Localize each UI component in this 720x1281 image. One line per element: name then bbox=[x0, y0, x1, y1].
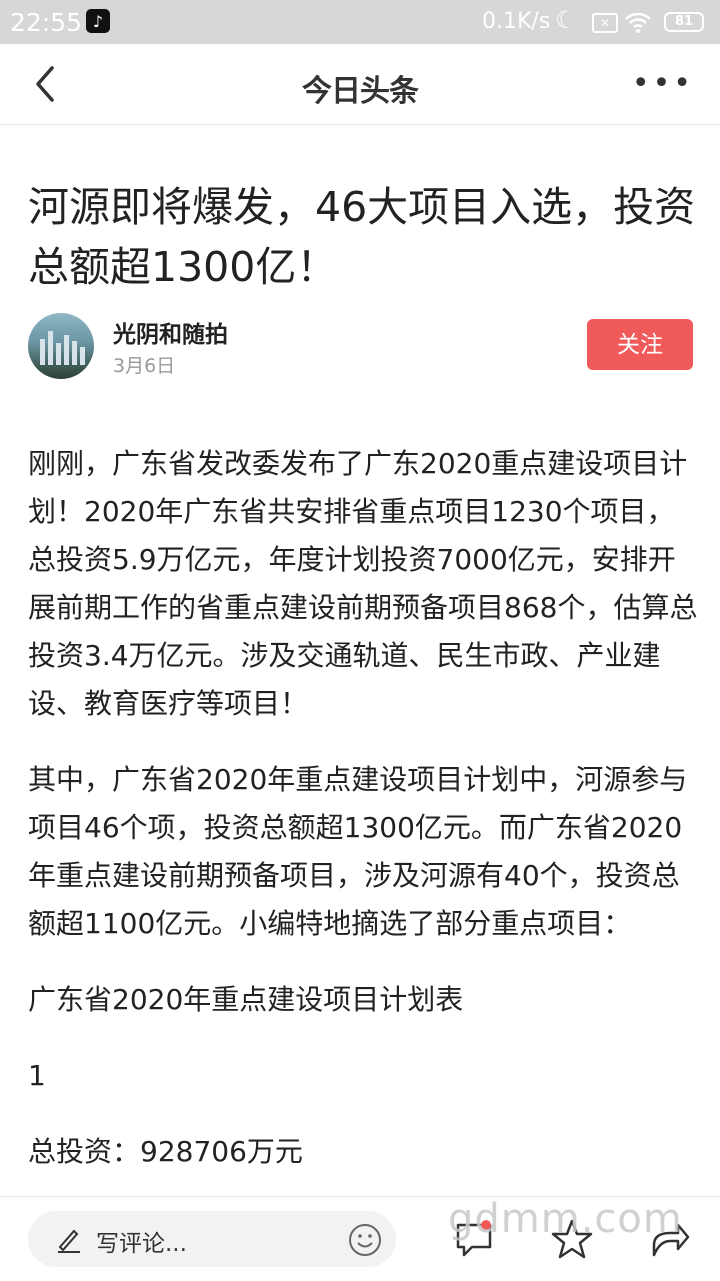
author-row: 光阴和随拍 3月6日 关注 bbox=[28, 313, 698, 383]
article-body: 刚刚，广东省发改委发布了广东2020重点建设项目计划！2020年广东省共安排省重… bbox=[28, 440, 698, 1204]
tiktok-notification-icon: ♪ bbox=[86, 9, 110, 33]
no-sim-icon: ✕ bbox=[592, 13, 618, 33]
watermark: gdmm.com bbox=[448, 1196, 683, 1242]
pen-icon bbox=[58, 1229, 80, 1253]
paragraph: 刚刚，广东省发改委发布了广东2020重点建设项目计划！2020年广东省共安排省重… bbox=[28, 447, 698, 720]
publish-date: 3月6日 bbox=[113, 355, 176, 377]
author-avatar[interactable] bbox=[28, 313, 94, 379]
paragraph: 其中，广东省2020年重点建设项目计划中，河源参与项目46个项，投资总额超130… bbox=[28, 763, 688, 940]
network-speed: 0.1K/s bbox=[482, 9, 551, 34]
paragraph: 总投资：928706万元 bbox=[28, 1135, 303, 1168]
nav-header: 今日头条 ••• bbox=[0, 44, 720, 125]
comment-placeholder: 写评论... bbox=[96, 1231, 187, 1257]
wifi-icon bbox=[625, 12, 651, 33]
emoji-icon[interactable] bbox=[348, 1223, 382, 1257]
paragraph: 广东省2020年重点建设项目计划表 bbox=[28, 983, 464, 1016]
follow-button[interactable]: 关注 bbox=[587, 319, 693, 370]
article-title: 河源即将爆发，46大项目入选，投资总额超1300亿！ bbox=[28, 183, 696, 292]
do-not-disturb-icon: ☾ bbox=[555, 6, 577, 34]
paragraph: 1 bbox=[28, 1059, 46, 1092]
comment-input[interactable]: 写评论... bbox=[28, 1211, 396, 1267]
status-bar: 22:55 ♪ 0.1K/s ☾ ✕ 81 bbox=[0, 0, 720, 44]
author-name[interactable]: 光阴和随拍 bbox=[113, 315, 228, 349]
app-logo: 今日头条 bbox=[302, 74, 419, 109]
status-time: 22:55 bbox=[10, 8, 83, 37]
battery-indicator: 81 bbox=[664, 12, 704, 32]
more-options-icon[interactable]: ••• bbox=[632, 66, 694, 101]
